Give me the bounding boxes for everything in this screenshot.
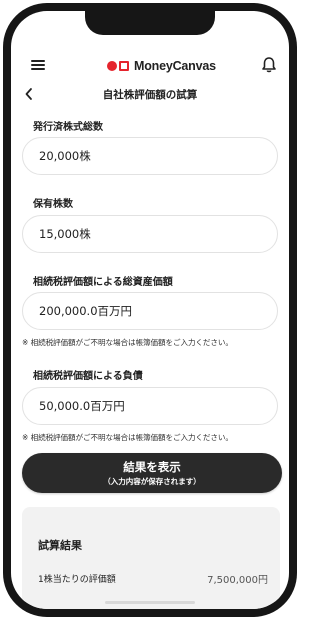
per-share-value: 7,500,000円 bbox=[207, 575, 268, 586]
hamburger-menu-icon[interactable] bbox=[31, 60, 45, 70]
bell-icon[interactable] bbox=[261, 56, 277, 74]
shares-held-label: 保有株数 bbox=[33, 199, 73, 210]
app-screen: MoneyCanvas 自社株評価額の試算 発行済株式総数 20,000株 保有… bbox=[11, 11, 289, 609]
app-header: MoneyCanvas bbox=[11, 53, 289, 81]
shares-issued-input[interactable]: 20,000株 bbox=[22, 137, 278, 175]
title-row: 自社株評価額の試算 bbox=[11, 83, 289, 107]
total-assets-note: ※ 相続税評価額がご不明な場合は帳簿価額をご入力ください。 bbox=[22, 338, 233, 347]
liabilities-input[interactable]: 50,000.0百万円 bbox=[22, 387, 278, 425]
per-share-value-label: 1株当たりの評価額 bbox=[38, 575, 116, 585]
phone-notch bbox=[85, 11, 215, 35]
logo-square-icon bbox=[119, 61, 129, 71]
shares-issued-label: 発行済株式総数 bbox=[33, 122, 103, 133]
home-indicator bbox=[105, 601, 195, 604]
logo-circle-icon bbox=[107, 61, 117, 71]
phone-frame: MoneyCanvas 自社株評価額の試算 発行済株式総数 20,000株 保有… bbox=[3, 3, 297, 617]
show-results-sublabel: （入力内容が保存されます） bbox=[103, 477, 201, 486]
result-panel: 試算結果 1株当たりの評価額 7,500,000円 bbox=[22, 507, 280, 609]
total-assets-input[interactable]: 200,000.0百万円 bbox=[22, 292, 278, 330]
liabilities-label: 相続税評価額による負債 bbox=[33, 371, 143, 382]
result-title: 試算結果 bbox=[38, 539, 82, 552]
shares-held-input[interactable]: 15,000株 bbox=[22, 215, 278, 253]
page-title: 自社株評価額の試算 bbox=[102, 89, 198, 101]
liabilities-note: ※ 相続税評価額がご不明な場合は帳簿価額をご入力ください。 bbox=[22, 433, 233, 442]
brand-logo[interactable]: MoneyCanvas bbox=[107, 57, 216, 75]
show-results-label: 結果を表示 bbox=[123, 460, 181, 474]
total-assets-label: 相続税評価額による総資産価額 bbox=[33, 277, 173, 288]
show-results-button[interactable]: 結果を表示 （入力内容が保存されます） bbox=[22, 453, 282, 493]
brand-name: MoneyCanvas bbox=[134, 59, 216, 73]
